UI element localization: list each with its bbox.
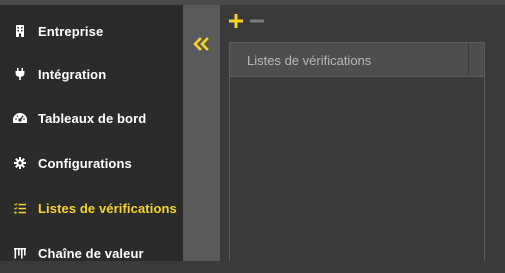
remove-button[interactable] [249, 13, 265, 29]
sidebar-item-integration[interactable]: Intégration [0, 54, 183, 94]
sidebar-item-label: Listes de vérifications [38, 200, 177, 216]
sidebar-item-chaine-de-valeur[interactable]: Chaîne de valeur [0, 233, 183, 273]
building-icon [12, 23, 28, 39]
gauge-icon [12, 110, 28, 126]
sidebar-item-label: Entreprise [38, 23, 104, 39]
add-button[interactable] [228, 13, 244, 29]
plus-icon [229, 14, 243, 28]
panel-header: Listes de vérifications [229, 42, 485, 77]
sidebar-item-label: Configurations [38, 155, 132, 171]
double-chevron-left-icon [193, 37, 209, 51]
minus-icon [250, 19, 264, 23]
plug-icon [12, 66, 28, 82]
sidebar-item-label: Chaîne de valeur [38, 245, 144, 261]
panel-title: Listes de vérifications [247, 53, 372, 68]
sidebar-item-tableaux-de-bord[interactable]: Tableaux de bord [0, 98, 183, 138]
collapse-sidebar-button[interactable] [190, 33, 212, 55]
value-chain-icon [12, 245, 28, 261]
gear-icon [12, 155, 28, 171]
sidebar-item-label: Intégration [38, 66, 107, 82]
sidebar-item-label: Tableaux de bord [38, 110, 147, 126]
header-divider [468, 43, 469, 76]
sidebar-item-configurations[interactable]: Configurations [0, 143, 183, 183]
sidebar-item-entreprise[interactable]: Entreprise [0, 11, 183, 51]
sidebar-item-listes-de-verifications[interactable]: Listes de vérifications [0, 188, 183, 228]
checklist-icon [12, 200, 28, 216]
